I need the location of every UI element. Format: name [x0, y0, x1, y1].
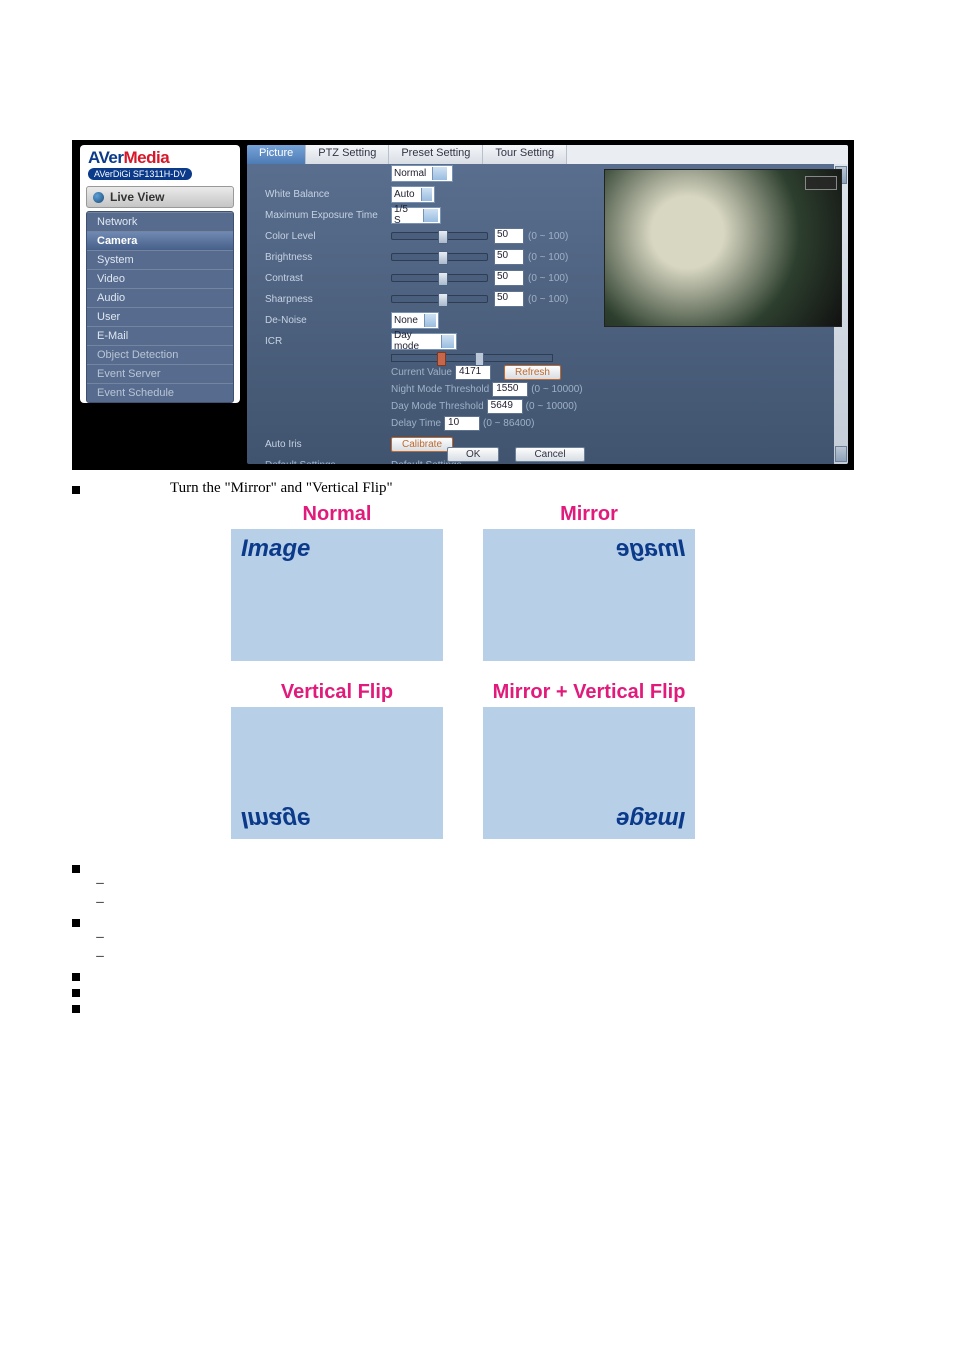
sidebar-item-system[interactable]: System: [87, 250, 233, 269]
sharpness-value[interactable]: 50: [494, 291, 524, 307]
sample-word: Image: [616, 805, 685, 833]
sidebar-item-camera[interactable]: Camera: [87, 231, 233, 250]
caption-vertical-flip: Vertical Flip: [231, 681, 443, 704]
rotate-select[interactable]: Normal: [391, 165, 453, 182]
icr-threshold-slider[interactable]: [391, 354, 553, 362]
camera-preview: [604, 169, 842, 327]
sidebar-item-object-detection[interactable]: Object Detection: [87, 345, 233, 364]
preview-osd-icon: [805, 176, 837, 190]
tab-ptz[interactable]: PTZ Setting: [306, 145, 389, 164]
caption-normal: Normal: [231, 503, 443, 526]
max-exposure-label: Maximum Exposure Time: [265, 210, 391, 221]
contrast-slider[interactable]: [391, 274, 488, 282]
bullet-icon: [72, 865, 80, 873]
bullet-icon: [72, 486, 80, 494]
picture-form: Normal White Balance Auto Maximum Exposu…: [265, 169, 585, 464]
brand-logo: AVerMedia AVerDiGi SF1311H-DV: [80, 145, 240, 183]
denoise-label: De-Noise: [265, 315, 391, 326]
contrast-label: Contrast: [265, 273, 391, 284]
day-threshold-label: Day Mode Threshold: [391, 401, 484, 412]
white-balance-select[interactable]: Auto: [391, 186, 435, 203]
night-threshold-label: Night Mode Threshold: [391, 384, 489, 395]
dash-icon: –: [96, 894, 104, 911]
icr-marker-day[interactable]: [475, 352, 484, 366]
bullet-icon: [72, 1005, 80, 1013]
bullet-icon: [72, 973, 80, 981]
icr-select[interactable]: Day mode: [391, 333, 457, 350]
dash-icon: –: [96, 875, 104, 892]
brightness-label: Brightness: [265, 252, 391, 263]
flip-illustration: Normal Image Mirror Image Vertical Flip: [203, 503, 723, 839]
current-value: 4171: [455, 365, 491, 380]
live-view-button[interactable]: Live View: [86, 186, 234, 208]
camera-ui-screenshot: AVerMedia AVerDiGi SF1311H-DV Live View …: [72, 140, 854, 470]
tab-picture[interactable]: Picture: [247, 145, 306, 164]
caption-mirror: Mirror: [483, 503, 695, 526]
max-exposure-select[interactable]: 1/5 S: [391, 207, 441, 224]
sidebar-item-event-schedule[interactable]: Event Schedule: [87, 383, 233, 402]
sharpness-label: Sharpness: [265, 294, 391, 305]
day-threshold-value[interactable]: 5649: [487, 399, 523, 414]
delay-time-label: Delay Time: [391, 418, 441, 429]
night-threshold-value[interactable]: 1550: [492, 382, 528, 397]
color-level-value[interactable]: 50: [494, 228, 524, 244]
cancel-button[interactable]: Cancel: [515, 447, 584, 462]
sidebar-item-audio[interactable]: Audio: [87, 288, 233, 307]
thumb-normal: Image: [231, 529, 443, 661]
color-level-label: Color Level: [265, 231, 391, 242]
sidebar-item-network[interactable]: Network: [87, 212, 233, 231]
white-balance-label: White Balance: [265, 189, 391, 200]
dash-icon: –: [96, 948, 104, 965]
tab-preset[interactable]: Preset Setting: [389, 145, 483, 164]
denoise-select[interactable]: None: [391, 312, 439, 329]
refresh-button[interactable]: Refresh: [504, 365, 561, 380]
sidebar-nav: Network Camera System Video Audio User E…: [86, 211, 234, 403]
thumb-mirror: Image: [483, 529, 695, 661]
dialog-buttons: OK Cancel: [247, 447, 848, 462]
sidebar-item-user[interactable]: User: [87, 307, 233, 326]
dash-icon: –: [96, 929, 104, 946]
color-level-range: (0 ~ 100): [528, 231, 568, 242]
tab-tour[interactable]: Tour Setting: [483, 145, 567, 164]
sidebar-item-event-server[interactable]: Event Server: [87, 364, 233, 383]
bullet-icon: [72, 989, 80, 997]
brightness-slider[interactable]: [391, 253, 488, 261]
color-level-slider[interactable]: [391, 232, 488, 240]
logo-part-a: AVer: [88, 148, 124, 167]
bullet-icon: [72, 919, 80, 927]
main-panel: Picture PTZ Setting Preset Setting Tour …: [247, 145, 848, 464]
sidebar-item-video[interactable]: Video: [87, 269, 233, 288]
caption-mirror-vflip: Mirror + Vertical Flip: [483, 681, 695, 704]
sample-word: Image: [241, 535, 310, 563]
sharpness-range: (0 ~ 100): [528, 294, 568, 305]
ok-button[interactable]: OK: [447, 447, 499, 462]
day-threshold-range: (0 ~ 10000): [526, 401, 577, 412]
thumb-mirror-vflip: Image: [483, 707, 695, 839]
document-body: Turn the "Mirror" and "Vertical Flip" No…: [72, 480, 854, 1013]
sidebar-item-email[interactable]: E-Mail: [87, 326, 233, 345]
sharpness-slider[interactable]: [391, 295, 488, 303]
tab-bar: Picture PTZ Setting Preset Setting Tour …: [247, 145, 848, 164]
brightness-range: (0 ~ 100): [528, 252, 568, 263]
delay-time-value[interactable]: 10: [444, 416, 480, 431]
brightness-value[interactable]: 50: [494, 249, 524, 265]
sidebar: AVerMedia AVerDiGi SF1311H-DV Live View …: [80, 145, 240, 403]
logo-subtitle: AVerDiGi SF1311H-DV: [88, 168, 192, 180]
current-value-label: Current Value: [391, 367, 452, 378]
sample-word: Image: [616, 535, 685, 563]
contrast-value[interactable]: 50: [494, 270, 524, 286]
thumb-vertical-flip: Image: [231, 707, 443, 839]
contrast-range: (0 ~ 100): [528, 273, 568, 284]
sample-word: Image: [241, 805, 310, 833]
logo-part-b: Media: [124, 148, 170, 167]
icr-marker-night[interactable]: [437, 352, 446, 366]
flip-instruction: Turn the "Mirror" and "Vertical Flip": [170, 480, 393, 497]
night-threshold-range: (0 ~ 10000): [531, 384, 582, 395]
icr-label: ICR: [265, 336, 391, 347]
delay-time-range: (0 ~ 86400): [483, 418, 534, 429]
